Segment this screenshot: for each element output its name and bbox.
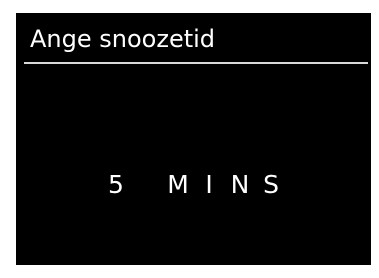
menu-title: Ange snoozetid <box>30 25 216 53</box>
snooze-unit-i: I <box>205 170 213 199</box>
title-divider <box>24 62 368 64</box>
radio-display-screen: Ange snoozetid 5 MINS <box>16 13 371 265</box>
snooze-value-digit: 5 <box>108 170 124 199</box>
snooze-unit-m: M <box>167 170 189 199</box>
snooze-time-value: 5 MINS <box>16 169 371 201</box>
snooze-unit-s: S <box>263 170 279 199</box>
snooze-unit-n: N <box>230 170 250 199</box>
